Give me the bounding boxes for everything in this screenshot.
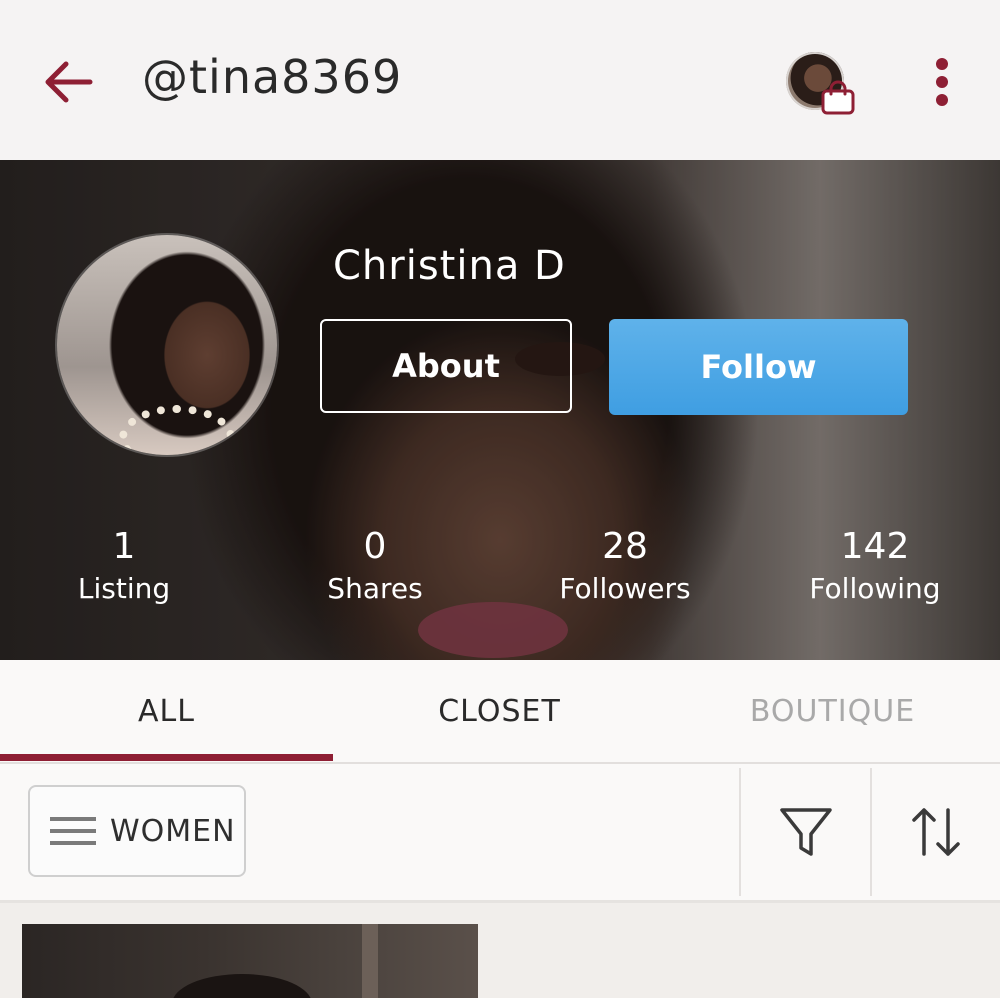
stat-value: 0 [363,526,387,567]
tab-closet[interactable]: CLOSET [333,660,666,762]
profile-avatar[interactable] [57,235,277,455]
divider [870,768,872,896]
about-button[interactable]: About [320,319,572,413]
stat-following[interactable]: 142 Following [775,525,975,609]
listing-card[interactable] [22,924,478,998]
tab-all[interactable]: ALL [0,660,333,762]
tab-boutique[interactable]: BOUTIQUE [666,660,999,762]
hamburger-icon [50,817,96,845]
stat-label: Listing [77,572,171,605]
stat-value: 28 [602,526,648,567]
profile-name: Christina D [333,243,566,289]
closet-tabs: ALL CLOSET BOUTIQUE [0,660,1000,764]
filter-bar: WOMEN [0,764,1000,903]
stat-value: 1 [112,526,136,567]
listing-grid [0,903,1000,998]
follow-button[interactable]: Follow [609,319,908,415]
more-options-button[interactable] [920,52,964,112]
arrow-left-icon [45,61,93,103]
more-vertical-icon [936,58,948,106]
sort-arrows-icon[interactable] [906,802,966,862]
stat-value: 142 [840,526,910,567]
department-dropdown[interactable]: WOMEN [28,785,246,877]
stat-followers[interactable]: 28 Followers [525,525,725,609]
stat-label: Shares [327,572,423,605]
profile-username: @tina8369 [142,50,403,104]
back-button[interactable] [38,52,98,112]
stat-label: Following [809,572,941,605]
app-bar: @tina8369 [0,0,1000,160]
active-tab-indicator [0,754,333,761]
filter-funnel-icon[interactable] [776,802,836,862]
divider [739,768,741,896]
stat-listings[interactable]: 1 Listing [24,525,224,609]
stat-label: Followers [559,572,691,605]
stat-shares[interactable]: 0 Shares [275,525,475,609]
department-label: WOMEN [110,813,236,849]
shopping-bag-icon[interactable] [820,80,856,116]
